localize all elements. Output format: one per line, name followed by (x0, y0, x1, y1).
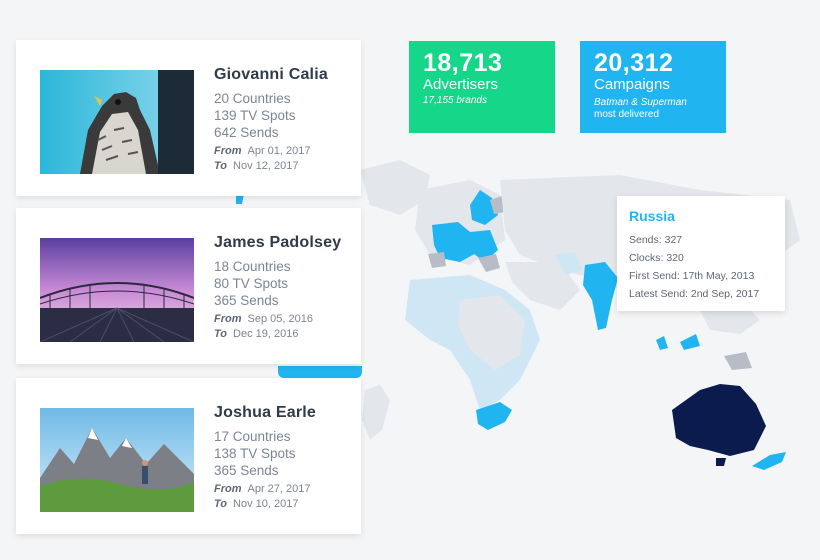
tv-spots-count: 138 TV Spots (214, 446, 296, 461)
map-new-guinea[interactable] (724, 352, 752, 370)
to-label: To (214, 328, 228, 340)
tv-spots-count: 80 TV Spots (214, 276, 289, 291)
advertiser-name: Giovanni Calia (214, 66, 328, 83)
to-value: Nov 10, 2017 (233, 498, 299, 510)
sends-count: 642 Sends (214, 125, 279, 140)
from-value: Sep 05, 2016 (247, 313, 313, 325)
tv-spots-count: 139 TV Spots (214, 108, 296, 123)
countries-count: 20 Countries (214, 91, 291, 106)
map-tasmania[interactable] (716, 458, 726, 466)
tooltip-sends: Sends: 327 (629, 234, 683, 246)
to-date: To Dec 19, 2016 (214, 327, 341, 342)
from-value: Apr 27, 2017 (247, 483, 311, 495)
advertisers-stat: 18,713 Advertisers 17,155 brands (409, 41, 555, 133)
to-label: To (214, 160, 228, 172)
from-label: From (214, 145, 242, 157)
tooltip-clocks: Clocks: 320 (629, 252, 684, 264)
countries-count: 17 Countries (214, 429, 291, 444)
campaigns-label: Campaigns (594, 76, 670, 93)
card-info: Joshua Earle 17 Countries 138 TV Spots 3… (214, 404, 316, 512)
campaigns-sub: Batman & Superman (594, 97, 687, 108)
countries-count: 18 Countries (214, 259, 291, 274)
country-tooltip: Russia Sends: 327 Clocks: 320 First Send… (617, 196, 785, 311)
sends-count: 365 Sends (214, 463, 279, 478)
map-sea-islands-a[interactable] (656, 336, 668, 350)
advertisers-count: 18,713 (423, 49, 503, 77)
campaigns-stat: 20,312 Campaigns Batman & Superman most … (580, 41, 726, 133)
to-date: To Nov 10, 2017 (214, 497, 316, 512)
to-date: To Nov 12, 2017 (214, 159, 328, 174)
advertiser-card[interactable]: James Padolsey 18 Countries 80 TV Spots … (16, 208, 361, 364)
advertiser-name: James Padolsey (214, 234, 342, 251)
from-date: From Apr 01, 2017 (214, 144, 328, 159)
campaigns-sub2: most delivered (594, 109, 660, 120)
advertisers-label: Advertisers (423, 76, 499, 93)
card-info: James Padolsey 18 Countries 80 TV Spots … (214, 234, 341, 342)
map-india[interactable] (583, 262, 618, 330)
to-value: Nov 12, 2017 (233, 160, 299, 172)
map-new-zealand[interactable] (752, 452, 786, 470)
tooltip-latest-send: Latest Send: 2nd Sep, 2017 (629, 288, 760, 300)
tooltip-first-send: First Send: 17th May, 2013 (629, 270, 755, 282)
to-value: Dec 19, 2016 (233, 328, 299, 340)
advertiser-card[interactable]: Giovanni Calia 20 Countries 139 TV Spots… (16, 40, 361, 196)
blue-strip (278, 366, 362, 378)
bridge-image (40, 238, 194, 342)
advertiser-card[interactable]: Joshua Earle 17 Countries 138 TV Spots 3… (16, 378, 361, 534)
advertiser-name: Joshua Earle (214, 404, 317, 421)
from-label: From (214, 313, 242, 325)
card-info: Giovanni Calia 20 Countries 139 TV Spots… (214, 66, 328, 174)
map-south-america[interactable] (362, 385, 390, 440)
map-iberia[interactable] (428, 252, 446, 268)
sends-count: 365 Sends (214, 293, 279, 308)
from-value: Apr 01, 2017 (247, 145, 311, 157)
campaigns-count: 20,312 (594, 49, 674, 77)
from-label: From (214, 483, 242, 495)
map-australia[interactable] (672, 384, 766, 456)
tooltip-country: Russia (629, 208, 675, 224)
from-date: From Sep 05, 2016 (214, 312, 341, 327)
from-date: From Apr 27, 2017 (214, 482, 316, 497)
to-label: To (214, 498, 228, 510)
advertisers-sub: 17,155 brands (423, 95, 487, 106)
mountain-image (40, 408, 194, 512)
falcon-image (40, 70, 194, 174)
map-sea-islands-b[interactable] (680, 334, 700, 350)
